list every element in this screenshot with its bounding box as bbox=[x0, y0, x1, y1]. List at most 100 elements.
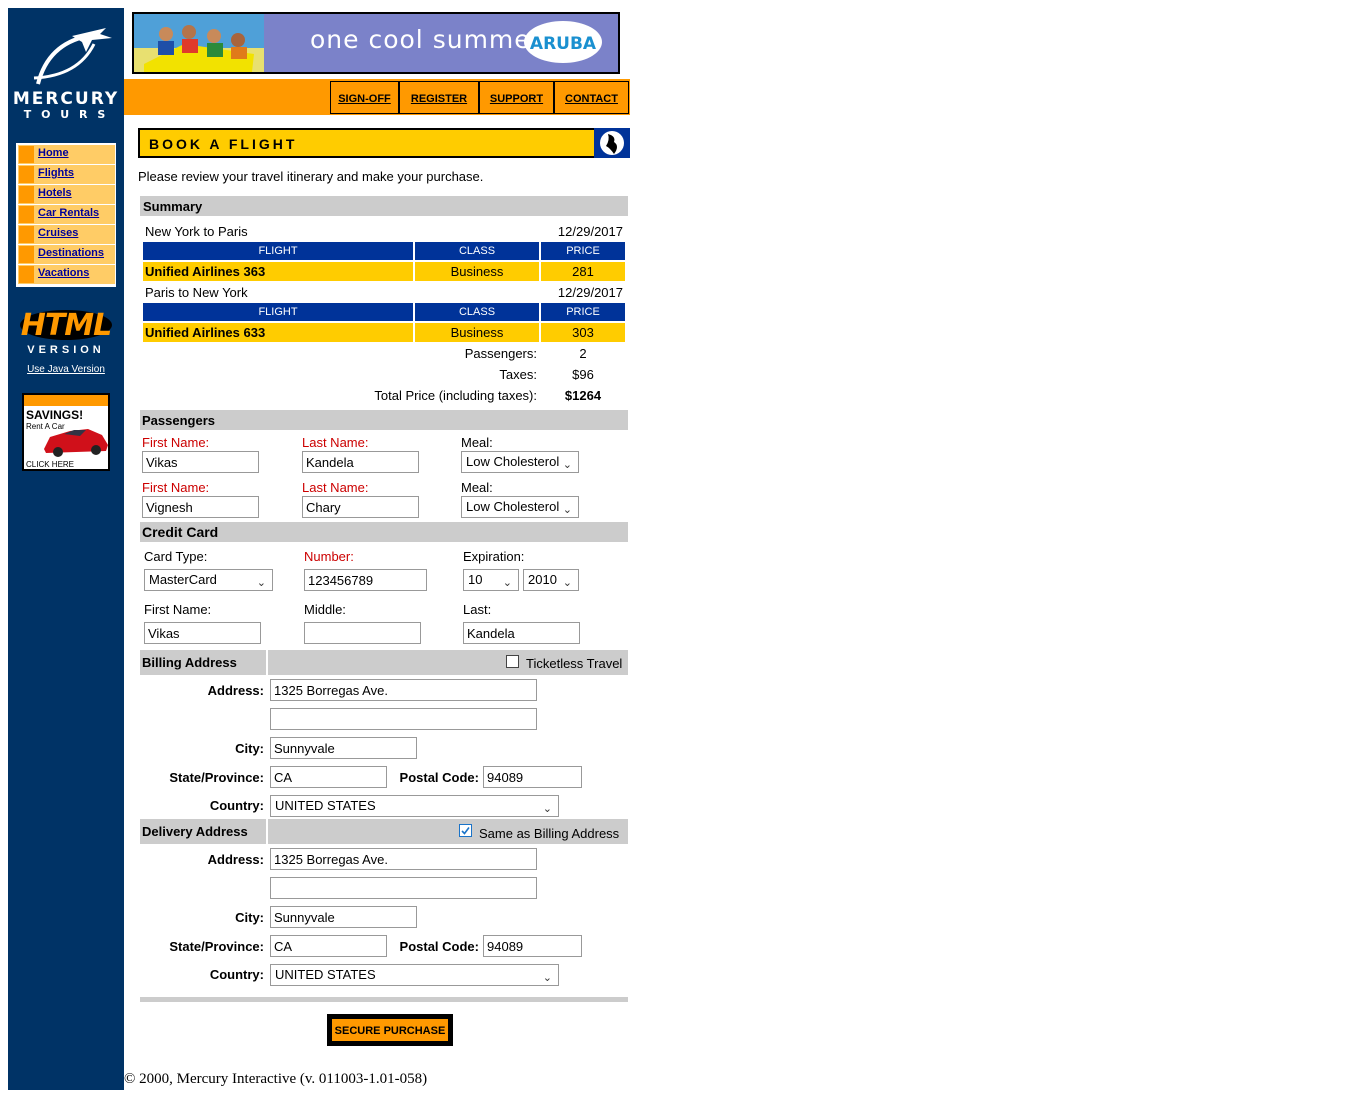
exp-month-select[interactable]: 10 ⌄ bbox=[463, 569, 519, 591]
cc-middle-input[interactable] bbox=[304, 622, 421, 644]
vacations-link[interactable]: Vacations bbox=[38, 267, 89, 279]
delivery-country-select[interactable]: UNITED STATES ⌄ bbox=[270, 964, 559, 986]
leg1-date: 12/29/2017 bbox=[557, 224, 623, 239]
leg2-price: 303 bbox=[541, 323, 625, 342]
passenger1-first-input[interactable] bbox=[142, 451, 259, 473]
summary-header: Summary bbox=[140, 196, 628, 216]
aruba-banner[interactable]: one cool summer ARUBA bbox=[132, 12, 620, 74]
exp-year-value: 2010 bbox=[528, 572, 557, 587]
banner-text: one cool summer bbox=[310, 25, 542, 54]
car-icon bbox=[44, 429, 108, 457]
cc-first-label: First Name: bbox=[144, 602, 212, 617]
bullet-square-icon bbox=[19, 146, 34, 163]
delivery-city-input[interactable] bbox=[270, 906, 417, 928]
secure-purchase-button[interactable]: SECURE PURCHASE bbox=[327, 1014, 453, 1046]
ticketless-bar: Ticketless Travel bbox=[268, 650, 628, 675]
contact-button[interactable]: CONTACT bbox=[554, 81, 629, 114]
cc-first-input[interactable] bbox=[144, 622, 261, 644]
top-nav-bar: SIGN-OFF REGISTER SUPPORT CONTACT bbox=[124, 79, 630, 115]
passenger1-meal-value: Low Cholesterol bbox=[466, 454, 560, 469]
bullet-square-icon bbox=[19, 166, 34, 183]
leg2-col-flight: FLIGHT bbox=[143, 303, 413, 321]
sidebar-item-hotels[interactable]: Hotels bbox=[18, 185, 115, 204]
billing-address1-input[interactable] bbox=[270, 679, 537, 701]
bullet-square-icon bbox=[19, 246, 34, 263]
support-button[interactable]: SUPPORT bbox=[479, 81, 554, 114]
delivery-state-input[interactable] bbox=[270, 935, 387, 957]
passenger2-last-input[interactable] bbox=[302, 496, 419, 518]
support-link[interactable]: SUPPORT bbox=[490, 93, 543, 105]
passenger1-meal-select[interactable]: Low Cholesterol ⌄ bbox=[461, 451, 579, 473]
sign-off-button[interactable]: SIGN-OFF bbox=[330, 81, 399, 114]
register-button[interactable]: REGISTER bbox=[399, 81, 479, 114]
billing-postal-label: Postal Code: bbox=[399, 770, 479, 785]
ticketless-checkbox[interactable] bbox=[506, 655, 519, 668]
mercury-logo[interactable]: MERCURY T O U R S bbox=[8, 14, 124, 126]
card-type-select[interactable]: MasterCard ⌄ bbox=[144, 569, 273, 591]
exp-month-value: 10 bbox=[468, 572, 483, 587]
billing-state-input[interactable] bbox=[270, 766, 387, 788]
billing-country-label: Country: bbox=[209, 798, 264, 813]
leg1-route: New York to Paris bbox=[145, 224, 248, 239]
sidebar-item-flights[interactable]: Flights bbox=[18, 165, 115, 184]
sidebar-item-home[interactable]: Home bbox=[18, 145, 115, 164]
form-divider bbox=[140, 997, 628, 1002]
leg1-price-text: 281 bbox=[572, 264, 594, 279]
delivery-address2-input[interactable] bbox=[270, 877, 537, 899]
exp-year-select[interactable]: 2010 ⌄ bbox=[523, 569, 579, 591]
leg2-price-text: 303 bbox=[572, 325, 594, 340]
rent-a-car-ad[interactable]: SAVINGS! Rent A Car CLICK HERE bbox=[22, 393, 110, 471]
bullet-square-icon bbox=[19, 206, 34, 223]
passenger2-first-input[interactable] bbox=[142, 496, 259, 518]
billing-city-input[interactable] bbox=[270, 737, 417, 759]
card-number-input[interactable] bbox=[304, 569, 427, 591]
sign-off-link[interactable]: SIGN-OFF bbox=[338, 93, 391, 105]
leg2-flight-text: Unified Airlines 633 bbox=[145, 325, 266, 340]
sidebar-item-destinations[interactable]: Destinations bbox=[18, 245, 115, 264]
passenger2-meal-select[interactable]: Low Cholesterol ⌄ bbox=[461, 496, 579, 518]
globe-icon bbox=[600, 131, 624, 155]
delivery-postal-input[interactable] bbox=[483, 935, 582, 957]
chevron-down-icon: ⌄ bbox=[502, 577, 512, 589]
plane-logo-icon bbox=[33, 28, 112, 85]
intro-text: Please review your travel itinerary and … bbox=[138, 169, 484, 184]
aruba-badge-text: ARUBA bbox=[529, 34, 597, 54]
billing-postal-input[interactable] bbox=[483, 766, 582, 788]
footer-copyright: © 2000, Mercury Interactive (v. 011003-1… bbox=[124, 1071, 428, 1087]
cc-middle-label: Middle: bbox=[304, 602, 346, 617]
passengers-header-label: Passengers bbox=[142, 413, 215, 428]
delivery-state-label: State/Province: bbox=[169, 939, 264, 954]
home-link[interactable]: Home bbox=[38, 147, 69, 159]
car-rentals-link[interactable]: Car Rentals bbox=[38, 207, 99, 219]
chevron-down-icon: ⌄ bbox=[542, 972, 552, 984]
delivery-address1-input[interactable] bbox=[270, 848, 537, 870]
billing-header-label: Billing Address bbox=[142, 655, 237, 670]
leg1-col-price: PRICE bbox=[541, 242, 625, 260]
chevron-down-icon: ⌄ bbox=[562, 577, 572, 589]
billing-country-select[interactable]: UNITED STATES ⌄ bbox=[270, 795, 559, 817]
leg1-price: 281 bbox=[541, 262, 625, 281]
java-version-link[interactable]: Use Java Version bbox=[8, 364, 124, 375]
contact-link[interactable]: CONTACT bbox=[565, 93, 618, 105]
cc-last-input[interactable] bbox=[463, 622, 580, 644]
cruises-link[interactable]: Cruises bbox=[38, 227, 78, 239]
sidebar-item-vacations[interactable]: Vacations bbox=[18, 265, 115, 284]
sidebar-item-cruises[interactable]: Cruises bbox=[18, 225, 115, 244]
sidebar-item-car-rentals[interactable]: Car Rentals bbox=[18, 205, 115, 224]
summary-header-label: Summary bbox=[143, 199, 203, 214]
aruba-badge: ARUBA bbox=[524, 21, 602, 63]
bullet-square-icon bbox=[19, 226, 34, 243]
passenger1-last-input[interactable] bbox=[302, 451, 419, 473]
ad-cta: CLICK HERE bbox=[26, 460, 75, 469]
destinations-link[interactable]: Destinations bbox=[38, 247, 104, 259]
billing-address2-input[interactable] bbox=[270, 708, 537, 730]
flights-link[interactable]: Flights bbox=[38, 167, 74, 179]
same-as-billing-checkbox[interactable] bbox=[459, 824, 472, 837]
credit-card-header: Credit Card bbox=[140, 522, 628, 542]
hotels-link[interactable]: Hotels bbox=[38, 187, 72, 199]
register-link[interactable]: REGISTER bbox=[411, 93, 467, 105]
chevron-down-icon: ⌄ bbox=[542, 803, 552, 815]
billing-state-label: State/Province: bbox=[169, 770, 264, 785]
passengers-count: 2 bbox=[579, 346, 587, 361]
page-title-bar: BOOK A FLIGHT bbox=[138, 128, 630, 158]
